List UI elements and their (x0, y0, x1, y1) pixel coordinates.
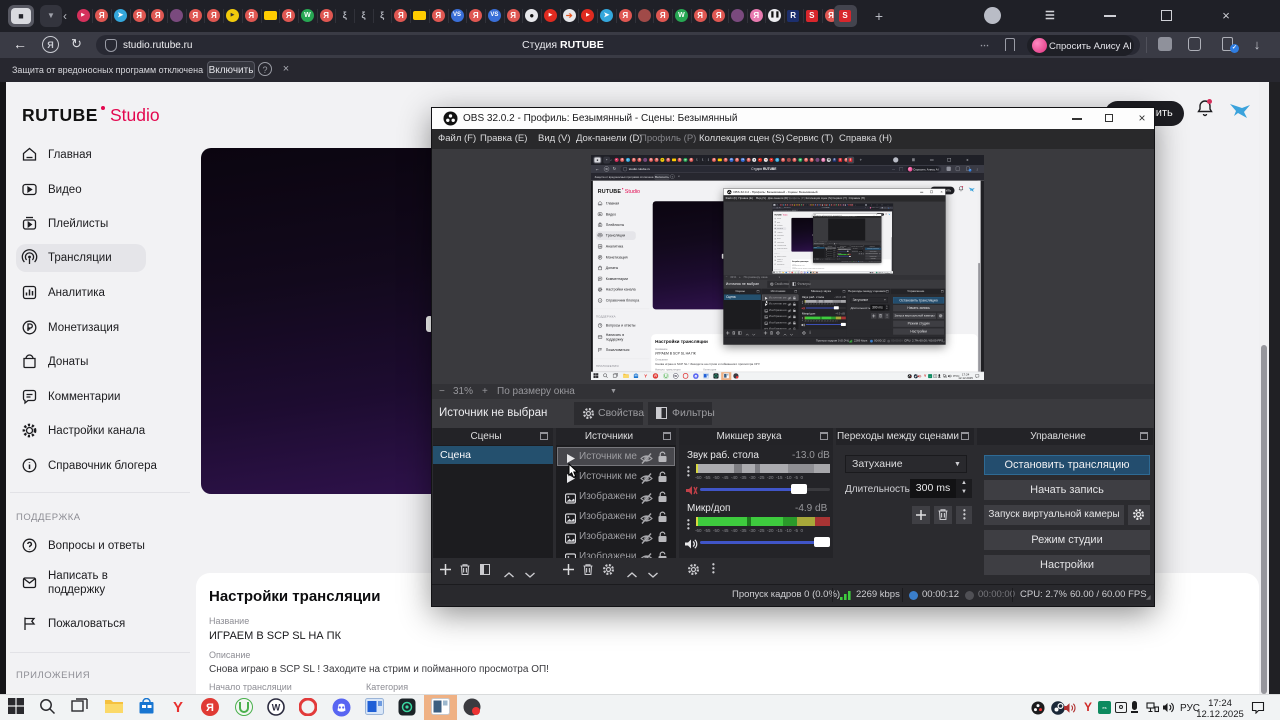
svg-text:Я: Я (206, 702, 214, 714)
svg-text:W: W (272, 703, 281, 713)
svg-text:W: W (674, 374, 677, 378)
